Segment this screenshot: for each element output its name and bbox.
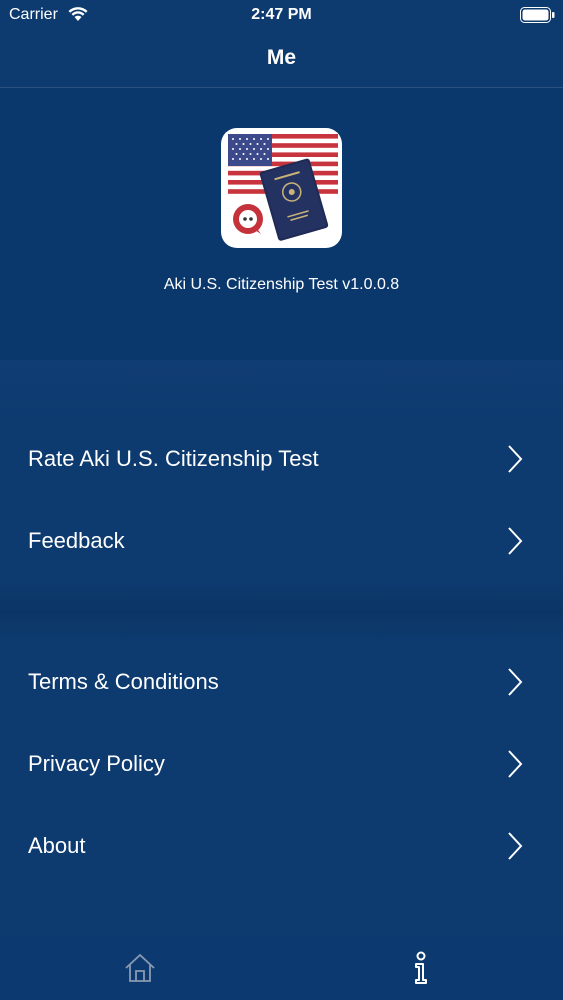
content-bottom [0,887,563,937]
tab-home[interactable] [0,937,281,1000]
tab-bar [0,937,563,1000]
page-title: Me [266,46,297,69]
privacy-policy-label: Privacy Policy [28,751,165,776]
info-icon [415,951,427,984]
chevron-right-icon [508,832,523,860]
chevron-right-icon [508,668,523,696]
menu-group-legal: Terms & Conditions Privacy Policy About [0,641,563,887]
privacy-policy-row[interactable]: Privacy Policy [0,723,563,805]
chevron-right-icon [508,750,523,778]
rate-app-label: Rate Aki U.S. Citizenship Test [28,446,319,471]
me-screen: Carrier 2:47 PM Me Aki U.S. Citizenship … [0,0,563,1000]
app-version-label: Aki U.S. Citizenship Test v1.0.0.8 [163,276,400,293]
home-icon [125,954,155,982]
status-time: 2:47 PM [251,6,312,23]
chevron-right-icon [508,527,523,555]
section-spacer [0,360,563,418]
tab-me[interactable] [281,937,562,1000]
app-info-header: Aki U.S. Citizenship Test v1.0.0.8 [0,88,563,360]
terms-label: Terms & Conditions [28,669,219,694]
battery-icon [520,7,555,23]
about-label: About [28,833,86,858]
terms-row[interactable]: Terms & Conditions [0,641,563,723]
section-spacer [0,582,563,641]
navigation-bar: Me [0,30,563,88]
feedback-label: Feedback [28,528,125,553]
about-row[interactable]: About [0,805,563,887]
status-bar: Carrier 2:47 PM [0,0,563,30]
rate-app-row[interactable]: Rate Aki U.S. Citizenship Test [0,418,563,500]
app-logo-icon [221,128,342,248]
feedback-row[interactable]: Feedback [0,500,563,582]
menu-group-feedback: Rate Aki U.S. Citizenship Test Feedback [0,418,563,582]
chevron-right-icon [508,445,523,473]
